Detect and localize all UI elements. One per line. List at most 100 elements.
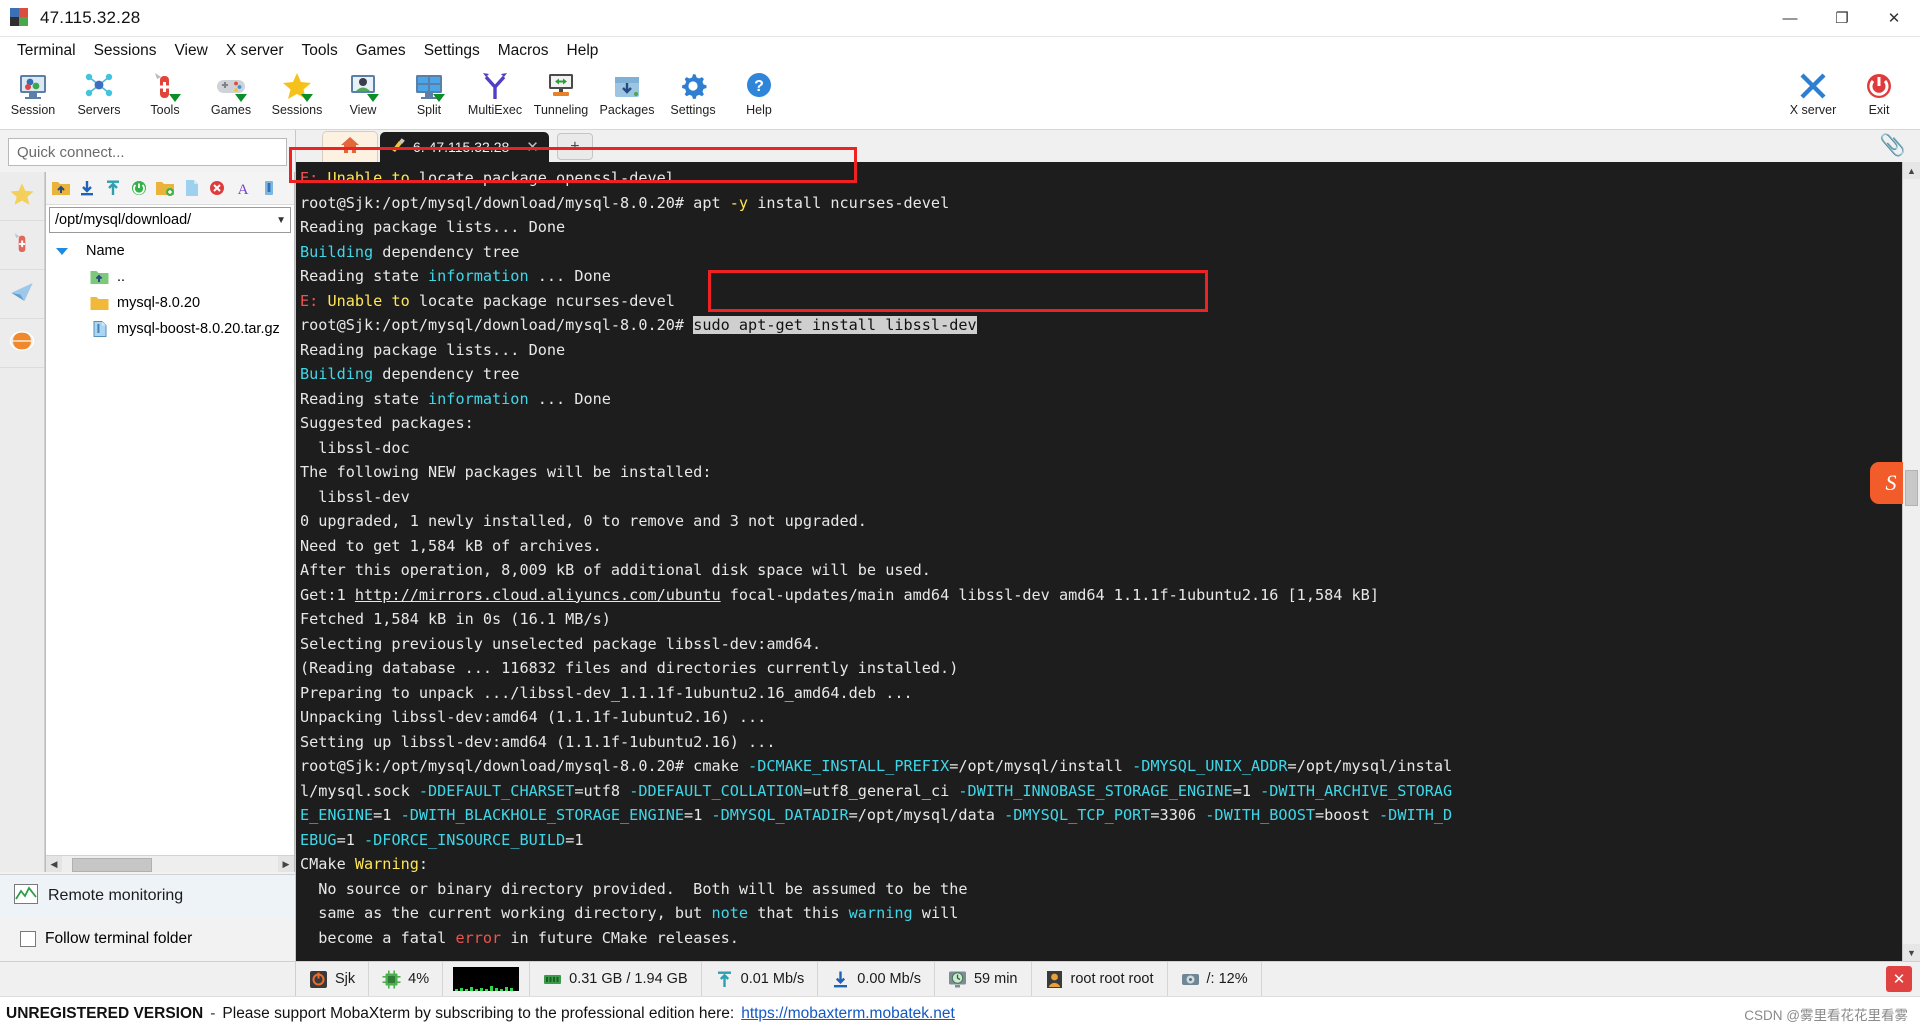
remote-monitoring-button[interactable]: Remote monitoring (0, 874, 295, 917)
toolbar-tunneling[interactable]: Tunneling (528, 67, 594, 117)
status-download[interactable]: 0.00 Mb/s (818, 962, 935, 996)
quick-connect-input[interactable]: Quick connect... (8, 138, 287, 166)
terminal-span: =1 (1232, 781, 1261, 800)
terminal-span: note (711, 904, 749, 922)
download-button[interactable] (75, 176, 99, 200)
upload-button[interactable] (101, 176, 125, 200)
status-hostname[interactable]: Sjk (296, 962, 370, 996)
toolbar-view[interactable]: View (330, 67, 396, 117)
home-tab[interactable] (322, 131, 378, 162)
toolbar-servers[interactable]: Servers (66, 67, 132, 117)
status-bar-left-spacer (0, 962, 296, 996)
status-uptime[interactable]: 59 min (935, 962, 1032, 996)
toolbar-multiexec[interactable]: MultiExec (462, 67, 528, 117)
sidebar-item-sessions[interactable] (0, 270, 44, 319)
scroll-thumb[interactable] (1905, 469, 1918, 506)
terminal-span: same as the current working directory, b… (300, 904, 712, 922)
terminal-line: Reading state information ... Done (300, 264, 1902, 289)
sidebar-item-macros[interactable] (0, 319, 44, 368)
refresh-button[interactable] (127, 176, 151, 200)
toolbar-sessions[interactable]: Sessions (264, 67, 330, 117)
follow-terminal-folder-row[interactable]: Follow terminal folder (0, 917, 295, 961)
close-button[interactable]: ✕ (1868, 0, 1920, 36)
path-input[interactable]: /opt/mysql/download/ ▼ (49, 207, 291, 233)
status-upload[interactable]: 0.01 Mb/s (702, 962, 819, 996)
terminal-span: libssl-doc (300, 438, 410, 457)
toolbar-packages[interactable]: Packages (594, 67, 660, 117)
terminal-span: l/mysql.sock (300, 781, 419, 800)
menu-sessions[interactable]: Sessions (85, 39, 166, 63)
close-icon[interactable]: ✕ (526, 138, 539, 156)
paperclip-icon[interactable]: 📎 (1880, 134, 1906, 158)
terminal-line: E: Unable to locate package openssl-deve… (300, 166, 1902, 191)
toolbar-xserver[interactable]: X server (1780, 67, 1846, 117)
binary-mode-button[interactable] (257, 176, 281, 200)
scroll-right-arrow[interactable]: ▶ (278, 856, 294, 872)
scroll-down-arrow[interactable]: ▼ (1903, 944, 1920, 961)
minimize-button[interactable]: — (1764, 0, 1816, 36)
toolbar-tools[interactable]: Tools (132, 67, 198, 117)
follow-terminal-folder-label: Follow terminal folder (45, 930, 193, 947)
list-item[interactable]: .. (46, 264, 294, 290)
delete-button[interactable] (205, 176, 229, 200)
status-cpu-graph[interactable] (443, 962, 531, 996)
scroll-up-arrow[interactable]: ▲ (1903, 162, 1920, 179)
sidebar-item-favorites[interactable] (0, 172, 44, 221)
menu-macros[interactable]: Macros (489, 39, 558, 63)
mobaxterm-link[interactable]: https://mobaxterm.mobatek.net (741, 1005, 955, 1023)
list-item[interactable]: mysql-boost-8.0.20.tar.gz (46, 316, 294, 342)
maximize-button[interactable]: ❐ (1816, 0, 1868, 36)
terminal-span: =utf8_general_ci (802, 781, 959, 800)
status-disk[interactable]: /: 12% (1168, 962, 1262, 996)
new-file-button[interactable] (179, 176, 203, 200)
status-memory[interactable]: 0.31 GB / 1.94 GB (530, 962, 702, 996)
status-cpu[interactable]: 4% (369, 962, 444, 996)
status-close-button[interactable]: ✕ (1886, 966, 1912, 992)
scroll-track[interactable] (62, 856, 278, 872)
terminal-span: -DWITH_BLACKHOLE_STORAGE_ENGINE (400, 806, 685, 824)
terminal-line: root@Sjk:/opt/mysql/download/mysql-8.0.2… (300, 191, 1902, 216)
parent-folder-button[interactable] (49, 176, 73, 200)
terminal-span: warning (848, 904, 913, 922)
follow-terminal-folder-checkbox[interactable] (20, 931, 36, 947)
scroll-left-arrow[interactable]: ◀ (46, 856, 62, 872)
toolbar-session[interactable]: Session (0, 67, 66, 117)
toolbar-right-group: X server Exit (1780, 67, 1920, 117)
scroll-thumb[interactable] (72, 858, 152, 872)
scroll-track[interactable] (1903, 179, 1920, 944)
new-folder-button[interactable] (153, 176, 177, 200)
menu-settings[interactable]: Settings (415, 39, 489, 63)
new-tab-button[interactable]: + (556, 133, 593, 160)
text-mode-button[interactable]: A (231, 176, 255, 200)
status-users[interactable]: root root root (1032, 962, 1168, 996)
terminal-line: root@Sjk:/opt/mysql/download/mysql-8.0.2… (300, 754, 1902, 779)
toolbar-settings[interactable]: Settings (660, 67, 726, 117)
terminal-output[interactable]: E: Unable to locate package openssl-deve… (296, 162, 1902, 961)
tab-terminal-session[interactable]: 6. 47.115.32.28 ✕ (380, 132, 549, 162)
terminal-span: Building (300, 242, 374, 261)
terminal-span: =boost (1315, 806, 1380, 824)
terminal-line: become a fatal error in future CMake rel… (300, 926, 1902, 951)
sidebar-item-tools[interactable] (0, 221, 44, 270)
sftp-horizontal-scrollbar[interactable]: ◀ ▶ (46, 855, 294, 872)
toolbar-games[interactable]: Games (198, 67, 264, 117)
list-item[interactable]: mysql-8.0.20 (46, 290, 294, 316)
terminal-span: E_ENGINE (300, 806, 374, 824)
mobaxterm-window: 47.115.32.28 — ❐ ✕ Terminal Sessions Vie… (0, 0, 1920, 1031)
menu-games[interactable]: Games (347, 39, 415, 63)
terminal-span: =utf8 (574, 781, 630, 800)
menu-help[interactable]: Help (558, 39, 608, 63)
menu-view[interactable]: View (165, 39, 216, 63)
menu-tools[interactable]: Tools (293, 39, 347, 63)
terminal-span: Unpacking libssl-dev:amd64 (1.1.1f-1ubun… (300, 708, 767, 726)
terminal-scrollbar[interactable]: ▲ ▼ (1902, 162, 1920, 961)
chevron-down-icon[interactable]: ▼ (276, 215, 286, 226)
file-tree-header[interactable]: Name (46, 238, 294, 264)
chevron-down-icon (169, 94, 181, 102)
menu-terminal[interactable]: Terminal (8, 39, 85, 63)
toolbar-split[interactable]: Split (396, 67, 462, 117)
terminal-span: Reading package lists... Done (300, 218, 566, 236)
toolbar-help[interactable]: ? Help (726, 67, 792, 117)
toolbar-exit[interactable]: Exit (1846, 67, 1912, 117)
menu-xserver[interactable]: X server (217, 39, 293, 63)
